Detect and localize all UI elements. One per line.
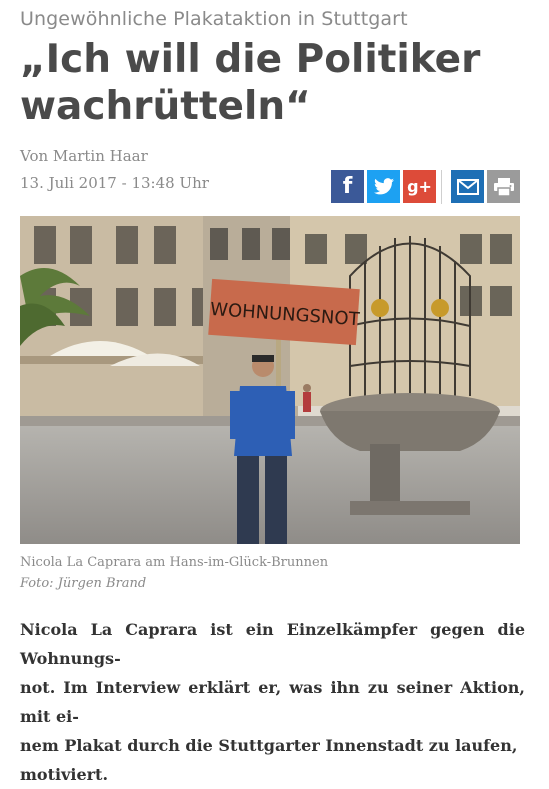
print-icon	[493, 177, 514, 197]
utility-share-bar	[451, 170, 523, 204]
mail-icon	[456, 178, 479, 195]
twitter-icon	[373, 178, 394, 195]
photo-caption: Nicola La Caprara am Hans-im-Glück-Brunn…	[20, 555, 329, 570]
article-date: 13. Juli 2017 - 13:48 Uhr	[20, 174, 209, 192]
headline-line-2: wachrütteln“	[20, 84, 311, 129]
headline-line-1: „Ich will die Politiker	[20, 37, 481, 82]
lead-line-4: motiviert.	[20, 765, 109, 784]
social-share-bar: f g+	[331, 170, 439, 204]
facebook-share-button[interactable]: f	[331, 170, 364, 203]
lead-line-3: nem Plakat durch die Stuttgarter Innenst…	[20, 736, 518, 755]
article-kicker: Ungewöhnliche Plakataktion in Stuttgart	[20, 8, 408, 30]
facebook-icon: f	[342, 174, 353, 199]
article-photo[interactable]: WOHNUNGSNOT	[20, 216, 520, 544]
print-button[interactable]	[487, 170, 520, 203]
share-divider	[441, 170, 442, 204]
photo-illustration: WOHNUNGSNOT	[20, 216, 520, 544]
article-page: Ungewöhnliche Plakataktion in Stuttgart …	[0, 0, 549, 784]
article-lead: Nicola La Caprara ist ein Einzelkämpfer …	[20, 615, 525, 789]
article-author[interactable]: Von Martin Haar	[20, 147, 148, 165]
mail-share-button[interactable]	[451, 170, 484, 203]
photo-credit: Foto: Jürgen Brand	[20, 576, 147, 591]
google-plus-icon: g+	[407, 177, 432, 196]
article-headline: „Ich will die Politiker wachrütteln“	[20, 36, 540, 130]
google-plus-share-button[interactable]: g+	[403, 170, 436, 203]
lead-line-2: not. Im Interview erklärt er, was ihn zu…	[20, 678, 525, 726]
twitter-share-button[interactable]	[367, 170, 400, 203]
lead-line-1: Nicola La Caprara ist ein Einzelkämpfer …	[20, 620, 525, 668]
